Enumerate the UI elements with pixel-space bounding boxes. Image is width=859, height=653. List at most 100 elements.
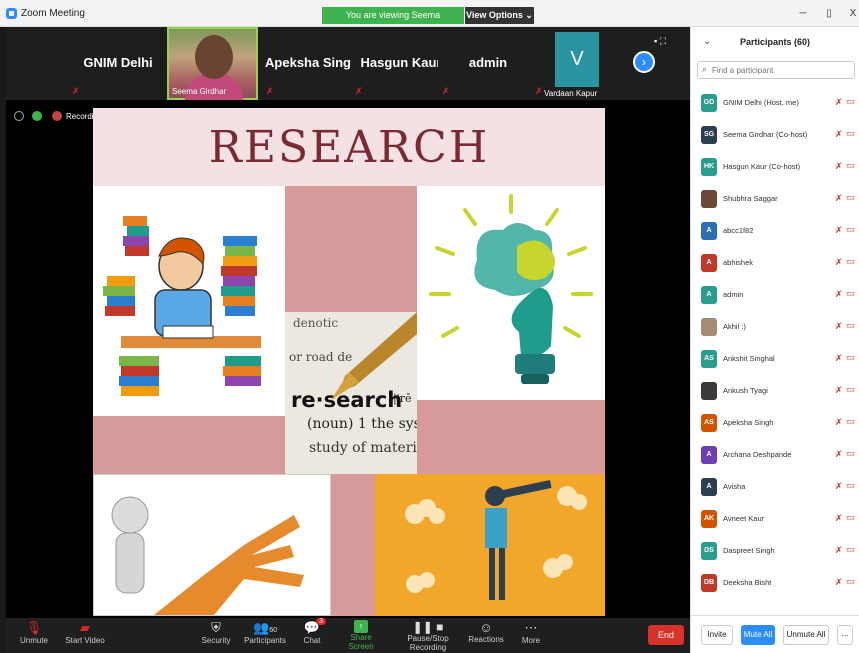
video-tile-hasgun-kaur[interactable]: Hasgun Kaur ✗ — [351, 27, 451, 100]
more-button[interactable]: ⋯ More — [516, 620, 546, 651]
participants-count: 60 — [269, 627, 277, 634]
participant-row[interactable]: DB Deeksha Bisht ✗ ▭ — [691, 567, 859, 599]
avatar — [701, 318, 717, 336]
participant-name: abcc1f82 — [723, 226, 754, 235]
participant-name: Shubhra Saggar — [723, 194, 778, 203]
participant-row[interactable]: A Archana Deshpande ✗ ▭ — [691, 439, 859, 471]
next-page-button[interactable]: › — [633, 51, 655, 73]
participant-row[interactable]: Aabhishek ✗ ▭ — [691, 247, 859, 279]
shared-screen: Recording... ❚❚ ■ RESEARCH — [6, 100, 690, 618]
security-label: Security — [201, 636, 231, 645]
telescope-figure-image — [405, 480, 587, 600]
shield-icon[interactable] — [32, 111, 42, 121]
video-strip: GNIM Delhi ✗ Seema Girdhar Apeksha Singh… — [6, 27, 690, 100]
participant-row[interactable]: Ankush Tyagi ✗ ▭ — [691, 375, 859, 407]
mic-muted-icon: ✗ — [835, 417, 843, 427]
search-input[interactable] — [712, 63, 852, 77]
chat-icon: 💬 3 — [298, 618, 326, 636]
smiley-icon: ☺ — [479, 620, 493, 635]
info-icon[interactable] — [14, 111, 24, 121]
avatar: AS — [701, 350, 717, 368]
unmute-button[interactable]: 🎙 Unmute — [14, 620, 54, 651]
minimize-button[interactable]: ─ — [792, 6, 814, 22]
share-screen-label: Share Screen — [348, 633, 374, 651]
chat-badge: 3 — [316, 618, 326, 625]
avatar: HK — [701, 158, 717, 176]
maximize-button[interactable]: ▯ — [818, 6, 840, 22]
mic-muted-icon: ✗ — [535, 86, 543, 96]
participant-row[interactable]: AS Ankshit Singhal ✗ ▭ — [691, 343, 859, 375]
mic-muted-icon: ✗ — [835, 577, 843, 587]
avatar: GD — [701, 94, 717, 112]
layout-icons[interactable]: ▪ ⛶ — [654, 36, 666, 47]
security-button[interactable]: ⛨ Security — [198, 620, 234, 651]
view-options-button[interactable]: View Options ⌄ — [465, 7, 534, 24]
avatar: SG — [701, 126, 717, 144]
ellipsis-icon: ⋯ — [524, 620, 538, 635]
share-screen-button[interactable]: ↑ Share Screen — [338, 620, 384, 651]
participant-row[interactable]: GD GNIM Delhi (Host, me) ✗ ▭ — [691, 87, 859, 119]
participant-row[interactable]: Aabcc1f82 ✗ ▭ — [691, 215, 859, 247]
participant-row[interactable]: HK Hasgun Kaur (Co-host) ✗ ▭ — [691, 151, 859, 183]
recording-dot-icon — [52, 111, 62, 121]
pause-stop-icon: ❚❚ ■ — [412, 620, 444, 634]
video-off-icon: ▭ — [846, 576, 855, 586]
participant-row[interactable]: Aadmin ✗ ▭ — [691, 279, 859, 311]
meeting-toolbar: 🎙 Unmute ▰ Start Video ⛨ Security 👥60 Pa… — [6, 618, 690, 653]
title-bar: Zoom Meeting You are viewing Seema Girdh… — [0, 0, 859, 37]
more-label: More — [521, 636, 541, 645]
avatar: A — [701, 286, 717, 304]
mic-muted-icon: ✗ — [835, 225, 843, 235]
shield-icon: ⛨ — [211, 620, 221, 635]
pink-block — [417, 400, 605, 474]
avatar: AK — [701, 510, 717, 528]
mic-muted-icon: ✗ — [835, 129, 843, 139]
participant-search[interactable]: ⌕ — [697, 61, 855, 79]
invite-button[interactable]: Invite — [701, 625, 733, 645]
pause-recording-label: Pause/Stop Recording — [407, 634, 449, 652]
mic-muted-icon: ✗ — [835, 545, 843, 555]
mute-all-button[interactable]: Mute All — [741, 625, 775, 645]
presentation-slide: RESEARCH denotic or road de re·search |'… — [93, 108, 605, 616]
video-tile-vardaan-kapur[interactable]: V ✗ Vardaan Kapur — [533, 27, 623, 100]
participant-name: Avneet Kaur — [723, 514, 765, 523]
video-tile-seema-girdhar[interactable]: Seema Girdhar — [167, 27, 258, 100]
more-options-button[interactable]: ... — [837, 625, 853, 645]
pink-block — [285, 186, 417, 312]
close-button[interactable]: X — [842, 6, 859, 22]
participant-name: GNIM Delhi (Host, me) — [723, 98, 799, 107]
participant-row[interactable]: Shubhra Saggar ✗ ▭ — [691, 183, 859, 215]
participants-panel: ⌄ Participants (60) ⌕ GDGNIM Delhi (Host… — [690, 27, 859, 653]
video-tile-gnim-delhi[interactable]: GNIM Delhi ✗ — [68, 27, 168, 100]
participant-row[interactable]: AS Apeksha Singh ✗ ▭ — [691, 407, 859, 439]
participant-row[interactable]: AK Avneet Kaur ✗ ▭ — [691, 503, 859, 535]
participants-button[interactable]: 👥60 Participants — [244, 620, 286, 651]
reactions-button[interactable]: ☺ Reactions — [468, 620, 504, 651]
start-video-label: Start Video — [65, 636, 105, 645]
avatar: DS — [701, 542, 717, 560]
pause-recording-button[interactable]: ❚❚ ■ Pause/Stop Recording — [390, 620, 466, 652]
mic-muted-icon: 🎙 — [25, 620, 43, 635]
avatar: A — [701, 254, 717, 272]
video-off-icon: ▰ — [80, 620, 90, 635]
participant-name: admin — [723, 290, 744, 299]
participant-row[interactable]: A Avisha ✗ ▭ — [691, 471, 859, 503]
participant-name: Ankshit Singhal — [723, 354, 775, 363]
video-tile-admin[interactable]: admin ✗ — [438, 27, 538, 100]
video-tile-apeksha-singh[interactable]: Apeksha Singh ✗ — [262, 27, 362, 100]
start-video-button[interactable]: ▰ Start Video — [62, 620, 108, 651]
direction-arrows-illustration — [93, 474, 331, 616]
chat-button[interactable]: 💬 3 Chat — [298, 618, 326, 651]
video-off-icon: ▭ — [846, 192, 855, 202]
video-off-icon: ▭ — [846, 96, 855, 106]
mic-muted-icon: ✗ — [835, 97, 843, 107]
mic-muted-icon: ✗ — [835, 321, 843, 331]
search-icon: ⌕ — [702, 64, 708, 74]
participant-row[interactable]: DS Daspreet Singh ✗ ▭ — [691, 535, 859, 567]
window-title: Zoom Meeting — [21, 8, 85, 19]
participant-row[interactable]: Akhil :) ✗ ▭ — [691, 311, 859, 343]
avatar: AS — [701, 414, 717, 432]
end-meeting-button[interactable]: End — [648, 625, 684, 645]
unmute-all-button[interactable]: Unmute All — [783, 625, 829, 645]
participant-row[interactable]: SG Seema Girdhar (Co-host) ✗ ▭ — [691, 119, 859, 151]
